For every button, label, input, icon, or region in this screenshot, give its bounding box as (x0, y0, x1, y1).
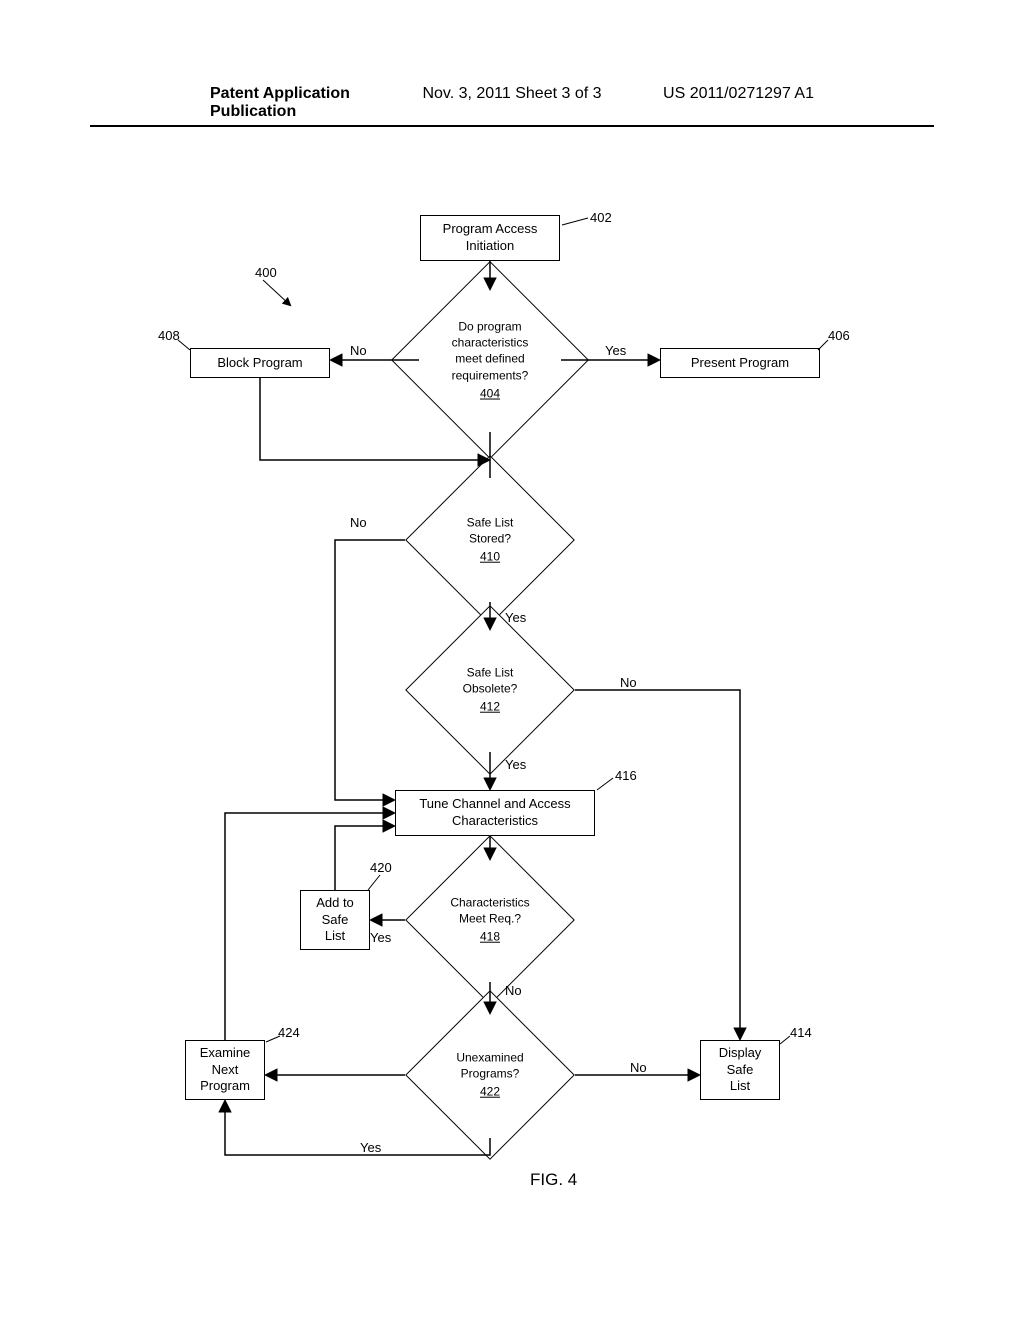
edge-label-418-no: No (505, 983, 522, 998)
box-text: Display Safe List (719, 1045, 762, 1096)
decision-text: Characteristics Meet Req.? (450, 896, 529, 926)
box-text: Present Program (691, 355, 789, 372)
box-program-access-initiation: Program Access Initiation (420, 215, 560, 261)
ref-414: 414 (790, 1025, 812, 1040)
flowchart-diagram: Program Access Initiation 402 400 Do pro… (0, 160, 1024, 1210)
decision-characteristics-meet-req: Characteristics Meet Req.? 418 (430, 860, 550, 980)
decision-text: Unexamined Programs? (456, 1051, 523, 1081)
header-right: US 2011/0271297 A1 (613, 85, 814, 121)
ref-406: 406 (828, 328, 850, 343)
ref-412: 412 (480, 699, 500, 715)
header-left: Patent Application Publication (210, 85, 411, 121)
box-text: Program Access Initiation (443, 221, 538, 255)
box-text: Add to Safe List (316, 895, 354, 946)
edge-label-418-yes: Yes (370, 930, 391, 945)
ref-404: 404 (480, 385, 500, 401)
decision-safe-list-stored: Safe List Stored? 410 (430, 480, 550, 600)
ref-402: 402 (590, 210, 612, 225)
edge-label-412-yes: Yes (505, 757, 526, 772)
box-display-safe-list: Display Safe List (700, 1040, 780, 1100)
ref-422: 422 (480, 1084, 500, 1100)
edge-label-412-no: No (620, 675, 637, 690)
decision-unexamined-programs: Unexamined Programs? 422 (430, 1015, 550, 1135)
header-center: Nov. 3, 2011 Sheet 3 of 3 (411, 85, 612, 121)
ref-416: 416 (615, 768, 637, 783)
ref-410: 410 (480, 549, 500, 565)
ref-420: 420 (370, 860, 392, 875)
decision-text: Do program characteristics meet defined … (452, 320, 529, 383)
decision-characteristics-meet-requirements: Do program characteristics meet defined … (420, 290, 560, 430)
box-add-to-safe-list: Add to Safe List (300, 890, 370, 950)
box-examine-next-program: Examine Next Program (185, 1040, 265, 1100)
decision-text: Safe List Stored? (467, 516, 514, 546)
box-tune-channel: Tune Channel and Access Characteristics (395, 790, 595, 836)
ref-400: 400 (255, 265, 277, 280)
box-text: Tune Channel and Access Characteristics (419, 796, 570, 830)
edge-label-404-yes: Yes (605, 343, 626, 358)
box-text: Examine Next Program (200, 1045, 251, 1096)
box-block-program: Block Program (190, 348, 330, 378)
box-text: Block Program (217, 355, 302, 372)
decision-text: Safe List Obsolete? (463, 666, 518, 696)
ref-408: 408 (158, 328, 180, 343)
page-header: Patent Application Publication Nov. 3, 2… (90, 85, 934, 127)
figure-label: FIG. 4 (530, 1170, 577, 1190)
edge-label-422-yes: Yes (360, 1140, 381, 1155)
ref-418: 418 (480, 929, 500, 945)
edge-label-410-no: No (350, 515, 367, 530)
decision-safe-list-obsolete: Safe List Obsolete? 412 (430, 630, 550, 750)
ref-424: 424 (278, 1025, 300, 1040)
edge-label-404-no: No (350, 343, 367, 358)
edge-label-422-no: No (630, 1060, 647, 1075)
box-present-program: Present Program (660, 348, 820, 378)
